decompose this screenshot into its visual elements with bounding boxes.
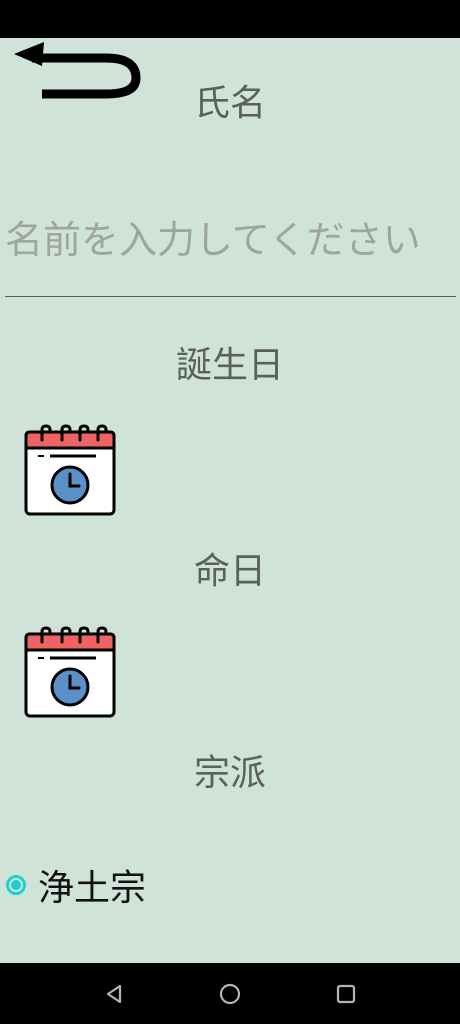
- name-label: 氏名: [193, 83, 266, 124]
- radio-dot: [11, 880, 21, 890]
- birthday-label: 誕生日: [175, 345, 284, 386]
- triangle-back-icon: [106, 984, 122, 1004]
- nav-home-button[interactable]: [217, 981, 243, 1007]
- square-recents-icon: [336, 984, 356, 1004]
- navigation-bar: [0, 963, 460, 1024]
- status-bar: [0, 0, 460, 38]
- nav-back-button[interactable]: [101, 981, 127, 1007]
- birthday-date-picker-button[interactable]: [24, 424, 116, 516]
- sect-option-label: 浄土宗: [38, 868, 147, 909]
- sect-option-jodoshu[interactable]: 浄土宗: [6, 860, 146, 910]
- nav-recents-button[interactable]: [333, 981, 359, 1007]
- death-date-picker-button[interactable]: [24, 626, 116, 718]
- sect-label: 宗派: [193, 753, 266, 794]
- radio-button-selected[interactable]: [6, 875, 26, 895]
- calendar-clock-icon: [24, 424, 116, 516]
- circle-home-icon: [219, 983, 241, 1005]
- name-input[interactable]: [5, 200, 455, 280]
- calendar-clock-icon: [24, 626, 116, 718]
- death-date-label: 命日: [193, 551, 266, 592]
- name-input-underline: [5, 296, 456, 297]
